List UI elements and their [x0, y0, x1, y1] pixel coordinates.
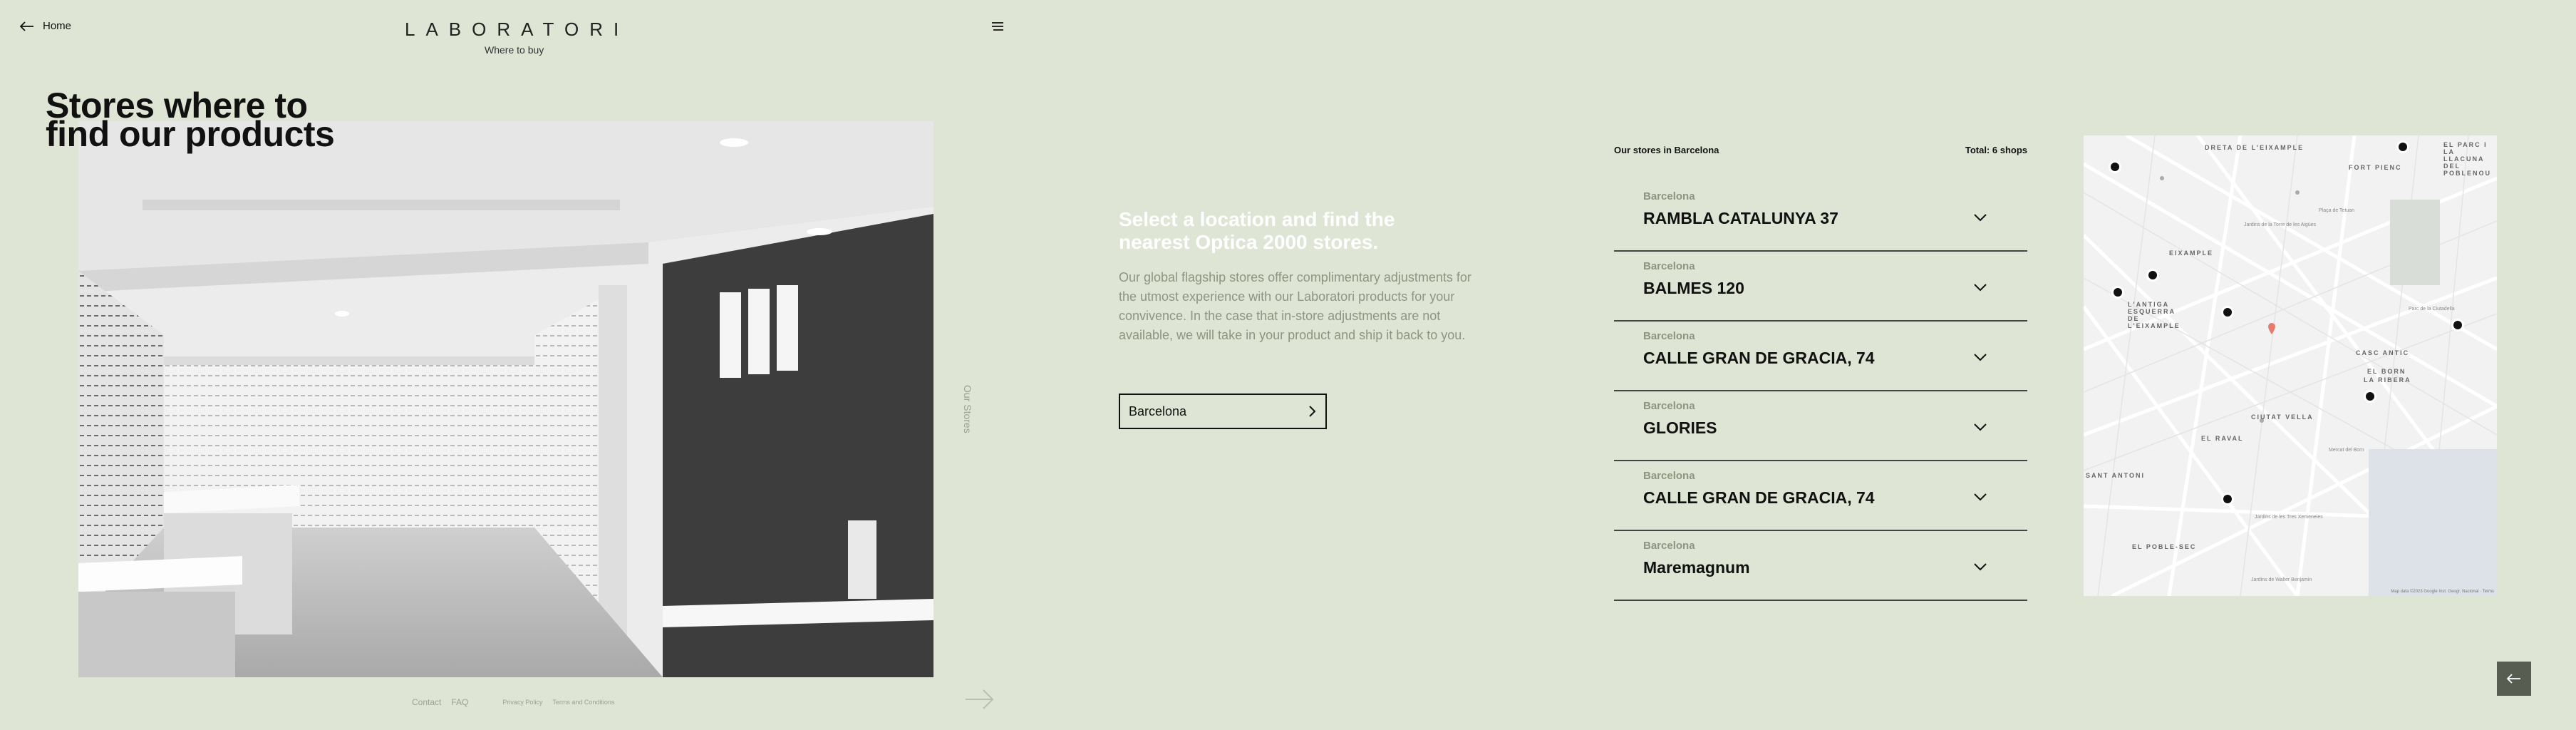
store-name: Maremagnum	[1643, 558, 1750, 577]
map-district-label: CIUTAT VELLA	[2251, 413, 2314, 421]
back-button[interactable]	[2497, 662, 2531, 696]
map-streets	[2084, 135, 2497, 596]
location-select-value: Barcelona	[1129, 403, 1187, 418]
map-district-label: EL PARC I LA LLACUNA DEL POBLENOU	[2443, 141, 2492, 177]
chevron-down-icon[interactable]	[1973, 283, 1987, 292]
hero-title-line2: find our products	[46, 114, 335, 154]
map-pin-icon[interactable]	[2146, 268, 2160, 282]
home-label: Home	[43, 20, 72, 32]
chevron-down-icon[interactable]	[1973, 493, 1987, 501]
store-city: Barcelona	[1643, 190, 1695, 202]
map-district-label: EL RAVAL	[2201, 435, 2244, 442]
page-subtitle: Where to buy	[485, 44, 544, 56]
footer-privacy-link[interactable]: Privacy Policy	[502, 699, 542, 706]
map-pin-icon[interactable]	[2451, 318, 2465, 332]
store-item[interactable]: Barcelona Maremagnum	[1614, 531, 2027, 601]
map-district-label: EL POBLE-SEC	[2132, 543, 2197, 550]
map-district-label: EIXAMPLE	[2169, 250, 2214, 257]
chevron-down-icon[interactable]	[1973, 562, 1987, 571]
location-select[interactable]: Barcelona	[1119, 394, 1327, 429]
map-district-label: CASC ANTIC	[2356, 349, 2410, 356]
chevron-right-icon	[1309, 406, 1316, 417]
map-poi-label: Jardins de Walter Benjamin	[2251, 577, 2312, 582]
store-item[interactable]: Barcelona RAMBLA CATALUNYA 37	[1614, 182, 2027, 252]
map-poi-label: Jardins de les Tres Xemeneies	[2255, 515, 2323, 520]
chevron-down-icon[interactable]	[1973, 213, 1987, 222]
store-interior-photo	[78, 121, 933, 677]
store-city: Barcelona	[1643, 540, 1695, 552]
arrow-left-icon	[2507, 674, 2520, 684]
menu-button[interactable]	[991, 21, 1004, 35]
map-district-label: L'ANTIGA ESQUERRA DE L'EIXAMPLE	[2128, 301, 2181, 329]
store-item[interactable]: Barcelona BALMES 120	[1614, 252, 2027, 322]
store-map[interactable]: DRETA DE L'EIXAMPLE FORT PIENC EL PARC I…	[2084, 135, 2497, 596]
map-district-label: FORT PIENC	[2349, 164, 2402, 171]
menu-icon	[992, 22, 1003, 31]
store-item[interactable]: Barcelona CALLE GRAN DE GRACIA, 74	[1614, 322, 2027, 391]
brand-logo[interactable]: LABORATORI	[405, 19, 629, 41]
map-pin-icon[interactable]	[2363, 389, 2377, 403]
stores-total: Total: 6 shops	[1965, 145, 2027, 155]
map-district-label: DRETA DE L'EIXAMPLE	[2205, 144, 2305, 151]
store-item[interactable]: Barcelona GLORIES	[1614, 391, 2027, 461]
map-district-label: SANT ANTONI	[2086, 472, 2146, 479]
our-stores-vertical-label: Our Stores	[962, 385, 973, 433]
map-pin-icon[interactable]	[2396, 140, 2410, 154]
home-link[interactable]: Home	[20, 20, 71, 32]
cta-description: Our global flagship stores offer complim…	[1119, 270, 1471, 342]
map-poi-label: Jardins de la Torre de les Aigües	[2244, 222, 2317, 227]
map-district-label: EL BORN	[2367, 368, 2406, 375]
map-credit: Map data ©2023 Google Inst. Geogr. Nacio…	[2391, 590, 2494, 594]
stores-list-header: Our stores in Barcelona Total: 6 shops	[1614, 145, 2027, 155]
map-district-label: LA RIBERA	[2364, 376, 2411, 384]
footer-links: Contact FAQ Privacy Policy Terms and Con…	[412, 697, 614, 707]
store-name: GLORIES	[1643, 418, 1717, 437]
store-item[interactable]: Barcelona CALLE GRAN DE GRACIA, 74	[1614, 461, 2027, 531]
store-city: Barcelona	[1643, 470, 1695, 482]
store-city: Barcelona	[1643, 400, 1695, 412]
map-pin-icon[interactable]	[2220, 305, 2235, 319]
store-name: BALMES 120	[1643, 279, 1744, 297]
map-poi-label: Mercat del Born	[2329, 448, 2364, 453]
footer-terms-link[interactable]: Terms and Conditions	[552, 699, 614, 706]
cta-title: Select a location and find the nearest O…	[1119, 208, 1395, 253]
current-location-pin-icon	[2268, 323, 2275, 334]
next-section-button[interactable]	[965, 689, 995, 714]
hero-title: Stores where to find our products	[46, 88, 335, 152]
footer-faq-link[interactable]: FAQ	[451, 697, 468, 707]
chevron-down-icon[interactable]	[1973, 353, 1987, 361]
arrow-right-icon	[966, 689, 994, 709]
arrow-left-icon	[20, 21, 33, 31]
chevron-down-icon[interactable]	[1973, 423, 1987, 431]
stores-list-label: Our stores in Barcelona	[1614, 145, 1719, 155]
map-pin-icon[interactable]	[2111, 285, 2125, 299]
store-name: CALLE GRAN DE GRACIA, 74	[1643, 488, 1875, 507]
map-poi-label: Plaça de Tetuan	[2319, 208, 2355, 213]
store-name: CALLE GRAN DE GRACIA, 74	[1643, 349, 1875, 367]
footer-contact-link[interactable]: Contact	[412, 697, 441, 707]
map-poi-label: Parc de la Ciutadella	[2409, 307, 2455, 312]
store-city: Barcelona	[1643, 260, 1695, 272]
stores-list: Barcelona RAMBLA CATALUNYA 37 Barcelona …	[1614, 182, 2027, 601]
store-name: RAMBLA CATALUNYA 37	[1643, 209, 1838, 227]
map-pin-icon[interactable]	[2108, 160, 2122, 174]
store-city: Barcelona	[1643, 330, 1695, 342]
map-pin-icon[interactable]	[2220, 492, 2235, 506]
